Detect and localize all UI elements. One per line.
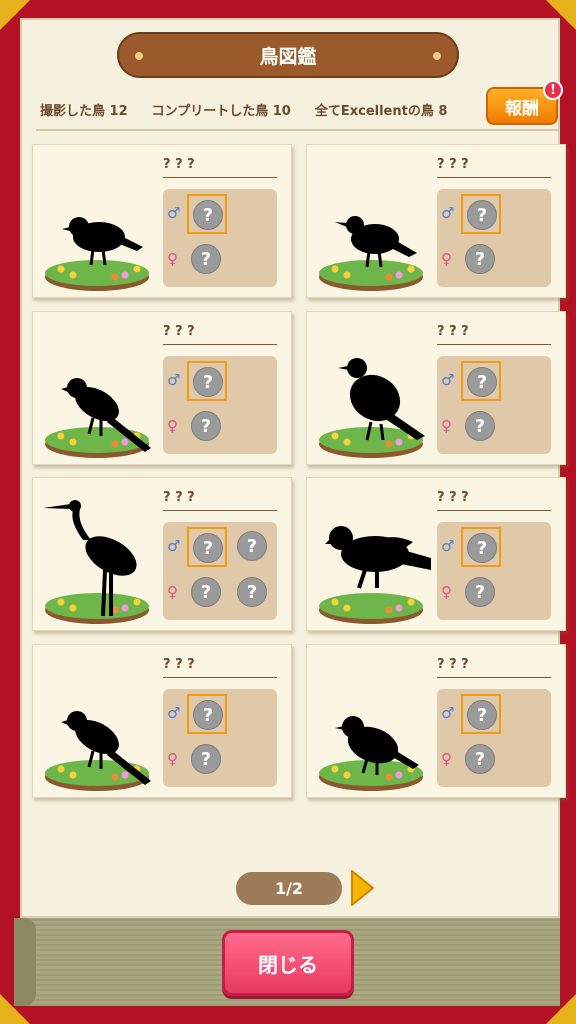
bird-name: ? ? ? <box>437 490 551 511</box>
female-icon: ♀ <box>441 750 452 768</box>
male-icon: ♂ <box>441 371 455 389</box>
female-photo-slot[interactable]: ? <box>233 573 273 613</box>
male-photo-slot[interactable]: ? <box>461 527 501 567</box>
unknown-icon: ? <box>191 744 221 774</box>
bird-name: ? ? ? <box>163 157 277 178</box>
excellent-count: 全てExcellentの鳥 8 <box>314 104 448 119</box>
gender-photo-panel: ♂ ♀???? <box>163 522 277 620</box>
unknown-icon: ? <box>465 744 495 774</box>
male-photo-slot[interactable]: ? <box>461 694 501 734</box>
male-icon: ♂ <box>441 204 455 222</box>
male-photo-slot[interactable]: ? <box>187 194 227 234</box>
close-button[interactable]: 閉じる <box>222 930 354 996</box>
male-photo-slot[interactable]: ? <box>233 527 273 567</box>
starling-silhouette <box>319 216 423 291</box>
male-icon: ♂ <box>441 537 455 555</box>
reward-notification-badge: ! <box>543 80 563 100</box>
bird-card[interactable]: ? ? ? ♂ ♀?? <box>32 311 292 465</box>
female-photo-slot[interactable]: ? <box>461 240 501 280</box>
male-icon: ♂ <box>167 537 181 555</box>
female-icon: ♀ <box>167 250 178 268</box>
unknown-icon: ? <box>193 367 223 397</box>
gender-photo-panel: ♂ ♀?? <box>437 356 551 454</box>
divider <box>36 129 558 131</box>
female-photo-slot[interactable]: ? <box>461 740 501 780</box>
unknown-icon: ? <box>237 531 267 561</box>
male-photo-slot[interactable]: ? <box>187 361 227 401</box>
unknown-icon: ? <box>467 533 497 563</box>
page-indicator: 1/2 <box>236 872 342 905</box>
female-icon: ♀ <box>441 583 452 601</box>
gender-photo-panel: ♂ ♀?? <box>437 522 551 620</box>
bird-card[interactable]: ? ? ? ♂ ♀?? <box>306 644 566 798</box>
unknown-icon: ? <box>193 700 223 730</box>
female-photo-slot[interactable]: ? <box>187 407 227 447</box>
female-icon: ♀ <box>167 417 178 435</box>
bird-card[interactable]: ? ? ? ♂ ♀?? <box>306 311 566 465</box>
unknown-icon: ? <box>191 411 221 441</box>
completed-count: コンプリートした鳥 10 <box>151 104 291 119</box>
female-photo-slot[interactable]: ? <box>187 573 227 613</box>
hawk-silhouette <box>319 526 431 624</box>
gender-photo-panel: ♂ ♀?? <box>437 689 551 787</box>
unknown-icon: ? <box>467 700 497 730</box>
unknown-icon: ? <box>191 244 221 274</box>
female-icon: ♀ <box>441 250 452 268</box>
bird-name: ? ? ? <box>437 157 551 178</box>
heron-silhouette <box>43 500 149 624</box>
gender-photo-panel: ♂ ♀?? <box>163 689 277 787</box>
unknown-icon: ? <box>191 577 221 607</box>
unknown-icon: ? <box>465 244 495 274</box>
bird-name: ? ? ? <box>437 324 551 345</box>
sparrow-silhouette <box>45 217 149 291</box>
gender-photo-panel: ♂ ♀?? <box>163 189 277 287</box>
thrush-silhouette <box>319 358 425 458</box>
male-icon: ♂ <box>167 204 181 222</box>
robin-silhouette <box>319 716 423 791</box>
book-spine <box>14 918 36 1006</box>
bird-card[interactable]: ? ? ? ♂ ♀???? <box>32 477 292 631</box>
female-icon: ♀ <box>441 417 452 435</box>
gender-photo-panel: ♂ ♀?? <box>163 356 277 454</box>
rivet-icon <box>135 52 143 60</box>
bird-card[interactable]: ? ? ? ♂ ♀?? <box>306 144 566 298</box>
female-photo-slot[interactable]: ? <box>461 573 501 613</box>
female-photo-slot[interactable]: ? <box>187 740 227 780</box>
wagtail-silhouette <box>45 711 151 791</box>
photographed-count: 撮影した鳥 12 <box>40 104 128 119</box>
female-icon: ♀ <box>167 583 178 601</box>
male-icon: ♂ <box>167 371 181 389</box>
female-photo-slot[interactable]: ? <box>187 240 227 280</box>
bird-name: ? ? ? <box>163 490 277 511</box>
female-photo-slot[interactable]: ? <box>461 407 501 447</box>
male-photo-slot[interactable]: ? <box>461 361 501 401</box>
title-plate: 鳥図鑑 <box>117 32 459 78</box>
wagtail-silhouette <box>45 378 151 458</box>
bird-card[interactable]: ? ? ? ♂ ♀?? <box>32 644 292 798</box>
male-photo-slot[interactable]: ? <box>461 194 501 234</box>
gender-photo-panel: ♂ ♀?? <box>437 189 551 287</box>
male-icon: ♂ <box>441 704 455 722</box>
bird-card[interactable]: ? ? ? ♂ ♀?? <box>306 477 566 631</box>
male-icon: ♂ <box>167 704 181 722</box>
bird-card[interactable]: ? ? ? ♂ ♀?? <box>32 144 292 298</box>
unknown-icon: ? <box>465 577 495 607</box>
male-photo-slot[interactable]: ? <box>187 527 227 567</box>
rivet-icon <box>433 52 441 60</box>
unknown-icon: ? <box>193 200 223 230</box>
bird-name: ? ? ? <box>163 324 277 345</box>
unknown-icon: ? <box>467 367 497 397</box>
stats-bar: 撮影した鳥 12 コンプリートした鳥 10 全てExcellentの鳥 8 <box>40 100 447 119</box>
female-icon: ♀ <box>167 750 178 768</box>
bird-name: ? ? ? <box>163 657 277 678</box>
male-photo-slot[interactable]: ? <box>187 694 227 734</box>
unknown-icon: ? <box>465 411 495 441</box>
page-title: 鳥図鑑 <box>259 45 317 68</box>
next-page-arrow-icon[interactable] <box>348 868 376 908</box>
unknown-icon: ? <box>193 533 223 563</box>
bird-name: ? ? ? <box>437 657 551 678</box>
unknown-icon: ? <box>237 577 267 607</box>
unknown-icon: ? <box>467 200 497 230</box>
